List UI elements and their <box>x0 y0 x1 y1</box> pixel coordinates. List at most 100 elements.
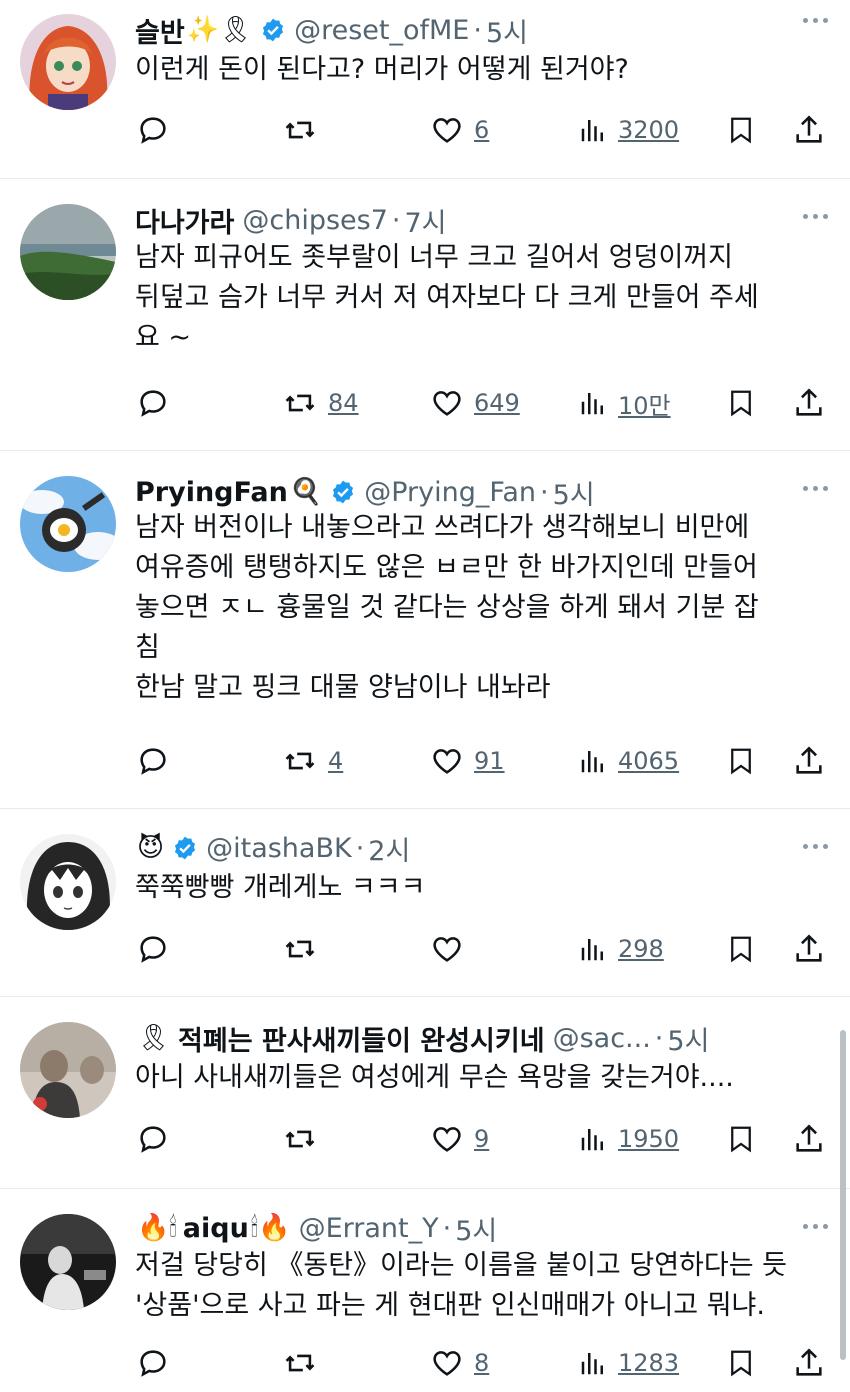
like-button[interactable]: 8 <box>430 1340 489 1386</box>
like-button[interactable] <box>430 926 474 972</box>
display-name[interactable]: PryingFan <box>135 477 288 508</box>
share-icon <box>792 113 826 147</box>
retweet-button[interactable] <box>282 926 328 972</box>
share-button[interactable] <box>792 738 826 784</box>
share-button[interactable] <box>792 380 826 426</box>
like-button[interactable]: 649 <box>430 380 520 426</box>
tweet-3[interactable]: PryingFan 🍳 @Prying_Fan · 5시 남자 버전이나 내놓으… <box>0 450 850 809</box>
avatar[interactable] <box>20 14 116 110</box>
share-button[interactable] <box>792 1116 826 1162</box>
avatar[interactable] <box>20 204 116 300</box>
bookmark-icon <box>726 1122 756 1156</box>
timestamp[interactable]: 2시 <box>368 829 410 868</box>
views-count: 298 <box>618 935 664 963</box>
retweet-button[interactable]: 84 <box>282 380 359 426</box>
reply-button[interactable] <box>136 926 170 972</box>
handle[interactable]: @reset_ofME <box>294 15 469 46</box>
timestamp[interactable]: 5시 <box>553 473 595 512</box>
like-button[interactable]: 91 <box>430 738 505 784</box>
like-icon <box>430 932 464 966</box>
views-button[interactable]: 3200 <box>578 107 679 153</box>
like-icon <box>430 113 464 147</box>
like-count: 649 <box>474 389 520 417</box>
action-bar: 9 1950 <box>0 1116 850 1162</box>
reply-button[interactable] <box>136 1116 170 1162</box>
bookmark-button[interactable] <box>726 1340 756 1386</box>
handle[interactable]: @chipses7 <box>242 205 388 236</box>
more-icon[interactable] <box>803 486 828 491</box>
views-button[interactable]: 298 <box>578 926 664 972</box>
separator-dot: · <box>473 14 482 46</box>
bookmark-button[interactable] <box>726 380 756 426</box>
reply-icon <box>136 1122 170 1156</box>
display-name[interactable]: 적폐는 판사새끼들이 완성시키네 <box>178 1019 545 1058</box>
tweet-2[interactable]: 다나가라 @chipses7 · 7시 남자 피규어도 좃부랄이 너무 크고 길… <box>0 178 850 451</box>
share-button[interactable] <box>792 107 826 153</box>
like-count: 9 <box>474 1125 490 1153</box>
reply-button[interactable] <box>136 738 170 784</box>
timestamp[interactable]: 5시 <box>486 11 528 50</box>
tweet-5[interactable]: 🎗 적폐는 판사새끼들이 완성시키네 @sac... · 5시 아니 사내새끼들… <box>0 996 850 1189</box>
reply-button[interactable] <box>136 380 170 426</box>
tweet-6[interactable]: 🔥🕯 aiqu 🕯🔥 @Errant_Y · 5시 저걸 당당히 《동탄》이라는… <box>0 1188 850 1392</box>
share-button[interactable] <box>792 1340 826 1386</box>
views-icon <box>578 387 608 419</box>
bookmark-icon <box>726 113 756 147</box>
handle[interactable]: @Prying_Fan <box>364 477 536 508</box>
tweet-text: 남자 피규어도 좃부랄이 너무 크고 길어서 엉덩이꺼지 뒤덮고 슴가 너무 커… <box>135 242 759 353</box>
more-icon[interactable] <box>803 214 828 219</box>
separator-dot: · <box>654 1022 664 1054</box>
tweet-text: 쭉쭉빵빵 개레게노 ㅋㅋㅋ <box>135 872 426 903</box>
like-icon <box>430 1346 464 1380</box>
display-name[interactable]: aiqu <box>183 1213 249 1244</box>
tweet-1[interactable]: 슬반 ✨🎗 @reset_ofME · 5시 이런게 돈이 된다고? 머리가 어… <box>0 0 850 179</box>
retweet-button[interactable] <box>282 1340 328 1386</box>
retweet-button[interactable] <box>282 1116 328 1162</box>
retweet-count: 84 <box>328 389 359 417</box>
avatar[interactable] <box>20 476 116 572</box>
separator-dot: · <box>540 476 549 508</box>
tweet-4[interactable]: 😈 @itashaBK · 2시 쭉쭉빵빵 개레게노 ㅋㅋㅋ 298 <box>0 808 850 997</box>
tweet-text: 이런게 돈이 된다고? 머리가 어떻게 된거야? <box>135 54 629 85</box>
timestamp[interactable]: 5시 <box>455 1209 497 1248</box>
reply-icon <box>136 932 170 966</box>
views-icon <box>578 933 608 965</box>
bookmark-button[interactable] <box>726 738 756 784</box>
reply-button[interactable] <box>136 1340 170 1386</box>
views-button[interactable]: 1950 <box>578 1116 679 1162</box>
tweet-text: 남자 버전이나 내놓으라고 쓰려다가 생각해보니 비만에 여유증에 탱탱하지도 … <box>135 512 759 703</box>
more-icon[interactable] <box>803 844 828 849</box>
display-name[interactable]: 슬반 <box>135 11 185 50</box>
views-button[interactable]: 4065 <box>578 738 679 784</box>
retweet-button[interactable] <box>282 107 328 153</box>
name-emoji: 🎗 <box>137 1023 171 1053</box>
bookmark-icon <box>726 1346 756 1380</box>
timestamp[interactable]: 7시 <box>405 201 447 240</box>
more-icon[interactable] <box>803 18 828 23</box>
like-icon <box>430 386 464 420</box>
bookmark-button[interactable] <box>726 1116 756 1162</box>
share-button[interactable] <box>792 926 826 972</box>
bookmark-button[interactable] <box>726 926 756 972</box>
retweet-button[interactable]: 4 <box>282 738 343 784</box>
retweet-icon <box>282 386 318 420</box>
reply-icon <box>136 386 170 420</box>
handle[interactable]: @itashaBK <box>206 833 352 864</box>
avatar[interactable] <box>20 1214 116 1310</box>
views-button[interactable]: 1283 <box>578 1340 679 1386</box>
avatar[interactable] <box>20 834 116 930</box>
display-name[interactable]: 다나가라 <box>135 201 234 240</box>
like-button[interactable]: 9 <box>430 1116 489 1162</box>
handle[interactable]: @sac... <box>553 1023 651 1054</box>
views-button[interactable]: 10만 <box>578 380 671 426</box>
scrollbar[interactable] <box>840 1030 846 1360</box>
bookmark-button[interactable] <box>726 107 756 153</box>
handle[interactable]: @Errant_Y <box>299 1213 439 1244</box>
timestamp[interactable]: 5시 <box>667 1019 709 1058</box>
like-button[interactable]: 6 <box>430 107 489 153</box>
reply-button[interactable] <box>136 107 170 153</box>
more-icon[interactable] <box>803 1224 828 1229</box>
avatar[interactable] <box>20 1022 116 1118</box>
action-bar: 4 91 4065 <box>0 738 850 784</box>
views-count: 4065 <box>618 747 680 775</box>
